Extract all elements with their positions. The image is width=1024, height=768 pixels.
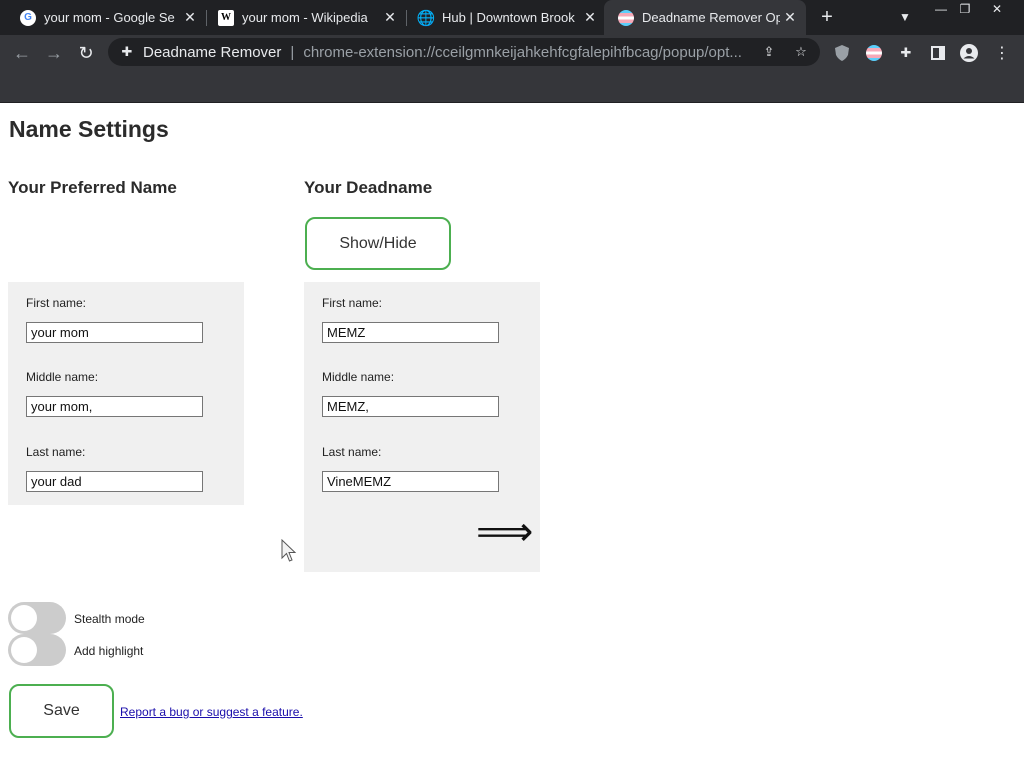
toggle-knob [11, 605, 37, 631]
deadname-heading: Your Deadname [304, 178, 433, 197]
close-tab-icon[interactable]: ✕ [580, 8, 600, 28]
last-name-label: Last name: [322, 445, 382, 459]
side-panel-icon[interactable] [929, 44, 947, 62]
trans-flag-icon[interactable] [865, 44, 883, 62]
tab-deadname-remover[interactable]: Deadname Remover Op ✕ [604, 0, 806, 35]
stealth-mode-label: Stealth mode [74, 612, 145, 626]
options-page: Name Settings Your Preferred Name Your D… [0, 103, 1024, 768]
url-divider: | [290, 43, 295, 61]
deadname-first-name-input[interactable] [322, 322, 499, 343]
preferred-name-heading: Your Preferred Name [8, 178, 177, 197]
preferred-middle-name-input[interactable] [26, 396, 203, 417]
google-icon: G [20, 9, 36, 26]
tab-title: your mom - Wikipedia [242, 10, 368, 25]
close-tab-icon[interactable]: ✕ [180, 8, 200, 28]
extension-puzzle-icon: ✚ [121, 44, 133, 59]
tab-strip: G your mom - Google Se ✕ W your mom - Wi… [0, 0, 1024, 35]
globe-icon: 🌐 [416, 9, 436, 27]
toggle-knob [11, 637, 37, 663]
bookmarks-bar [0, 70, 1024, 103]
extensions-puzzle-icon[interactable]: ✚ [897, 44, 915, 62]
mouse-cursor-icon [281, 539, 297, 562]
share-icon[interactable]: ⇪ [761, 44, 777, 60]
ublock-icon[interactable] [833, 44, 851, 62]
add-highlight-toggle[interactable] [8, 634, 66, 666]
preferred-first-name-input[interactable] [26, 322, 203, 343]
last-name-label: Last name: [26, 445, 86, 459]
double-arrow-icon[interactable]: ⟹ [476, 512, 533, 552]
report-bug-link[interactable]: Report a bug or suggest a feature. [120, 705, 303, 719]
tab-title: Hub | Downtown Brook [442, 10, 575, 25]
trans-flag-icon [618, 9, 634, 26]
close-window-icon[interactable]: ✕ [982, 0, 1012, 18]
bookmark-star-icon[interactable]: ☆ [793, 44, 809, 60]
forward-icon[interactable]: → [42, 41, 66, 65]
preferred-name-panel: First name: Middle name: Last name: [8, 282, 244, 505]
preferred-last-name-input[interactable] [26, 471, 203, 492]
deadname-last-name-input[interactable] [322, 471, 499, 492]
first-name-label: First name: [322, 296, 383, 310]
reload-icon[interactable]: ↻ [74, 41, 98, 65]
first-name-label: First name: [26, 296, 87, 310]
deadname-middle-name-input[interactable] [322, 396, 499, 417]
tab-title: your mom - Google Se [44, 10, 175, 25]
tab-title: Deadname Remover Op [642, 10, 780, 25]
save-button[interactable]: Save [9, 684, 114, 738]
close-tab-icon[interactable]: ✕ [780, 8, 800, 28]
site-name: Deadname Remover [143, 43, 282, 61]
close-tab-icon[interactable]: ✕ [380, 8, 400, 28]
address-bar[interactable]: ✚ Deadname Remover | chrome-extension://… [108, 38, 820, 66]
tab-wikipedia[interactable]: W your mom - Wikipedia ✕ [198, 0, 406, 35]
profile-avatar-icon[interactable] [960, 44, 978, 62]
add-highlight-label: Add highlight [74, 644, 144, 658]
restore-icon[interactable]: ❐ [950, 0, 980, 18]
new-tab-icon[interactable]: + [816, 6, 838, 28]
show-hide-button[interactable]: Show/Hide [305, 217, 451, 270]
page-title: Name Settings [9, 116, 169, 142]
url-text[interactable]: chrome-extension://cceilgmnkeijahkehfcgf… [303, 44, 758, 61]
back-icon[interactable]: ← [10, 41, 34, 65]
wikipedia-icon: W [218, 9, 234, 26]
chevron-down-icon[interactable]: ▼ [896, 8, 914, 26]
deadname-panel: First name: Middle name: Last name: ⟹ [304, 282, 540, 572]
middle-name-label: Middle name: [322, 370, 395, 384]
tab-google[interactable]: G your mom - Google Se ✕ [0, 0, 206, 35]
browser-toolbar: ← → ↻ ✚ Deadname Remover | chrome-extens… [0, 35, 1024, 70]
kebab-menu-icon[interactable]: ⋮ [993, 44, 1011, 62]
tab-hub[interactable]: 🌐 Hub | Downtown Brook ✕ [398, 0, 606, 35]
stealth-mode-toggle[interactable] [8, 602, 66, 634]
middle-name-label: Middle name: [26, 370, 99, 384]
